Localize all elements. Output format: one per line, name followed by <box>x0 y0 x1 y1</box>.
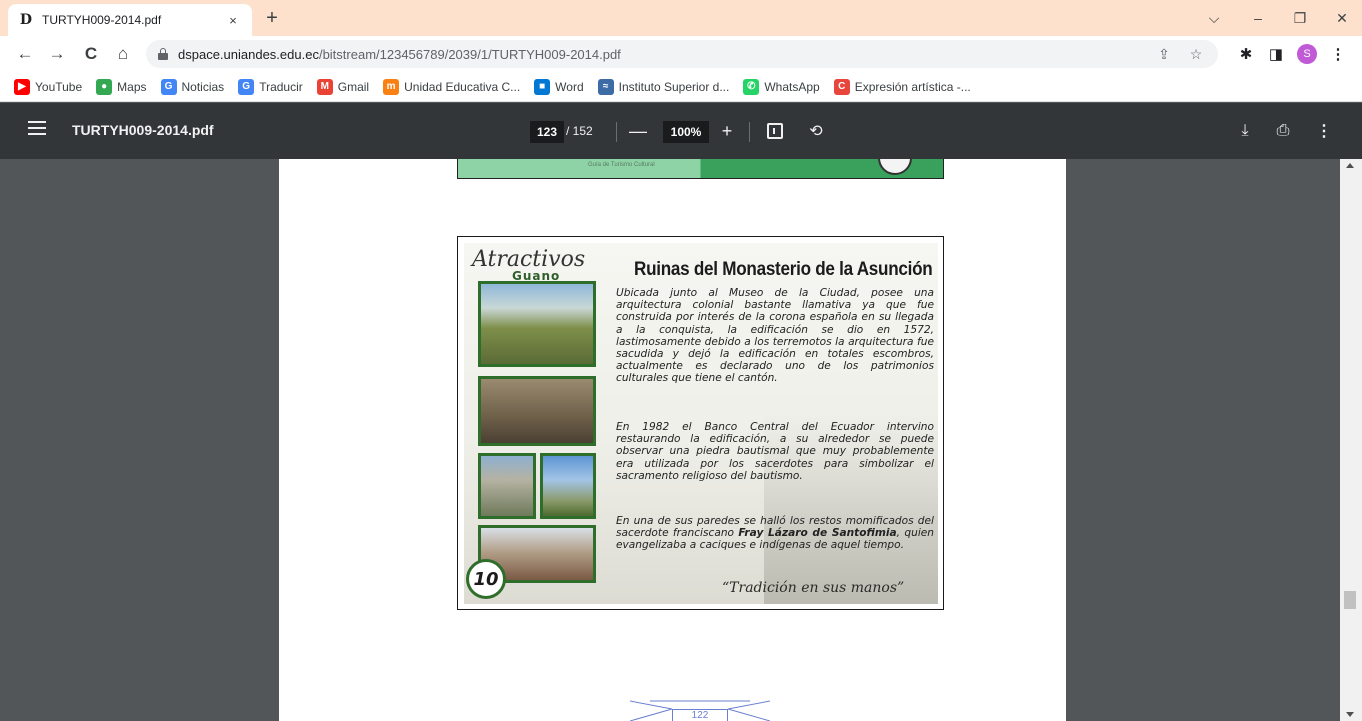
address-bar[interactable]: dspace.uniandes.edu.ec/bitstream/1234567… <box>146 40 1218 68</box>
bookmark-label: Traducir <box>259 79 303 94</box>
bookmark-label: Unidad Educativa C... <box>404 79 521 94</box>
ruins-photo-1 <box>478 281 596 367</box>
tab-search-dropdown-icon[interactable]: ⌵ <box>1202 6 1226 30</box>
bookmark-item[interactable]: C Expresión artística -... <box>833 78 971 95</box>
tab-active[interactable]: D TURTYH009-2014.pdf × <box>8 4 252 36</box>
tab-strip: D TURTYH009-2014.pdf × + ⌵ – ❐ ✕ <box>0 0 1362 36</box>
canva-c-icon: C <box>833 78 850 95</box>
footer-page-number: 122 <box>672 709 728 721</box>
profile-avatar[interactable]: S <box>1297 44 1317 64</box>
back-button[interactable]: ← <box>12 41 38 67</box>
bookmark-label: Expresión artística -... <box>854 79 971 94</box>
lock-icon[interactable] <box>158 48 168 60</box>
poster-title: Ruinas del Monasterio de la Asunción <box>634 259 933 280</box>
bookmark-label: WhatsApp <box>764 79 820 94</box>
rotate-icon[interactable]: ⟲ <box>805 120 827 142</box>
reload-button[interactable]: C <box>78 41 104 67</box>
windows-icon: ■ <box>534 78 551 95</box>
close-window-button[interactable]: ✕ <box>1330 6 1354 30</box>
bookmark-item[interactable]: G Traducir <box>238 78 303 95</box>
bookmark-item[interactable]: ■ Word <box>534 78 584 95</box>
poster-number-badge: 10 <box>466 559 506 599</box>
whatsapp-icon: ✆ <box>743 78 760 95</box>
poster-tagline: “Tradición en sus manos” <box>722 580 905 596</box>
restore-button[interactable]: ❐ <box>1288 6 1312 30</box>
bookmark-label: Maps <box>117 79 147 94</box>
bookmark-label: Word <box>555 79 584 94</box>
pdf-toolbar: TURTYH009-2014.pdf 123 / 152 — 100% + ⟲ … <box>0 103 1362 159</box>
home-button[interactable]: ⌂ <box>110 41 136 67</box>
youtube-icon: ▶ <box>14 78 30 95</box>
pdf-viewport[interactable]: Guía de Turismo Cultural Atractivos Guan… <box>0 159 1340 721</box>
toolbar-divider <box>749 122 750 142</box>
print-icon[interactable]: ⎙ <box>1272 120 1294 142</box>
fit-to-page-icon[interactable] <box>767 123 783 139</box>
bookmark-item[interactable]: m Unidad Educativa C... <box>383 78 521 95</box>
download-icon[interactable]: ⤓ <box>1234 120 1256 142</box>
vertical-scrollbar[interactable] <box>1340 159 1362 721</box>
institute-icon: ≈ <box>597 78 614 95</box>
bookmark-label: Noticias <box>181 79 225 94</box>
news-icon: G <box>160 78 177 95</box>
tab-title: TURTYH009-2014.pdf <box>42 13 162 27</box>
pdf-page: Guía de Turismo Cultural Atractivos Guan… <box>279 159 1066 721</box>
bookmark-star-icon[interactable]: ☆ <box>1186 44 1206 64</box>
poster-paragraph-1: Ubicada junto al Museo de la Ciudad, pos… <box>616 287 934 385</box>
poster-paragraph-2: En 1982 el Banco Central del Ecuador int… <box>616 421 934 482</box>
zoom-in-button[interactable]: + <box>716 119 738 143</box>
poster-image: Atractivos Guano Ruinas del Monasterio d… <box>457 236 944 610</box>
scroll-up-arrow-icon[interactable] <box>1346 163 1354 168</box>
poster-content: Atractivos Guano Ruinas del Monasterio d… <box>464 243 938 604</box>
previous-page-image: Guía de Turismo Cultural <box>457 159 944 179</box>
chrome-menu-icon[interactable]: ⋮ <box>1326 42 1350 66</box>
side-panel-icon[interactable]: ◨ <box>1264 42 1288 66</box>
toolbar-divider <box>616 122 617 142</box>
bookmark-label: Instituto Superior d... <box>618 79 730 94</box>
bookmark-item[interactable]: ▶ YouTube <box>14 78 83 95</box>
forward-button[interactable]: → <box>44 41 70 67</box>
minimize-button[interactable]: – <box>1246 6 1270 30</box>
bookmarks-bar: ▶ YouTube ● Maps G Noticias G Traducir M Gmail m Un… <box>0 72 1362 102</box>
zoom-level-input[interactable]: 100% <box>663 121 709 143</box>
scroll-down-arrow-icon[interactable] <box>1346 712 1354 717</box>
bookmark-item[interactable]: ≈ Instituto Superior d... <box>597 78 730 95</box>
page-number-input[interactable]: 123 <box>530 121 564 143</box>
page-total: / 152 <box>566 124 593 138</box>
close-tab-icon[interactable]: × <box>224 11 242 29</box>
url-text: dspace.uniandes.edu.ec/bitstream/1234567… <box>178 46 621 62</box>
previous-image-badge <box>878 159 912 175</box>
church-photo-4 <box>540 453 596 519</box>
ruins-photo-2 <box>478 376 596 446</box>
scrollbar-thumb[interactable] <box>1344 591 1356 609</box>
bookmark-label: Gmail <box>337 79 370 94</box>
maps-pin-icon: ● <box>96 78 113 95</box>
previous-image-caption: Guía de Turismo Cultural <box>588 162 655 168</box>
bookmark-item[interactable]: M Gmail <box>316 78 370 95</box>
poster-paragraph-3: En una de sus paredes se halló los resto… <box>616 515 934 552</box>
pdf-more-icon[interactable]: ⋮ <box>1313 120 1335 142</box>
share-icon[interactable]: ⇪ <box>1154 44 1174 64</box>
ruins-photo-3 <box>478 453 536 519</box>
dspace-favicon-icon: D <box>19 12 33 28</box>
bookmark-item[interactable]: G Noticias <box>160 78 225 95</box>
pdf-document-title: TURTYH009-2014.pdf <box>72 122 214 138</box>
new-tab-button[interactable]: + <box>262 7 282 29</box>
navigation-bar: ← → C ⌂ dspace.uniandes.edu.ec/bitstream… <box>0 36 1362 72</box>
bookmark-item[interactable]: ● Maps <box>96 78 147 95</box>
gmail-icon: M <box>316 78 333 95</box>
bookmark-item[interactable]: ✆ WhatsApp <box>743 78 820 95</box>
hamburger-menu-icon[interactable] <box>28 121 46 141</box>
extensions-puzzle-icon[interactable]: ✱ <box>1234 42 1258 66</box>
translate-icon: G <box>238 78 255 95</box>
page-number-ribbon: 122 <box>629 699 771 721</box>
moodle-icon: m <box>383 78 400 95</box>
bookmark-label: YouTube <box>35 79 83 94</box>
zoom-out-button[interactable]: — <box>627 119 649 143</box>
